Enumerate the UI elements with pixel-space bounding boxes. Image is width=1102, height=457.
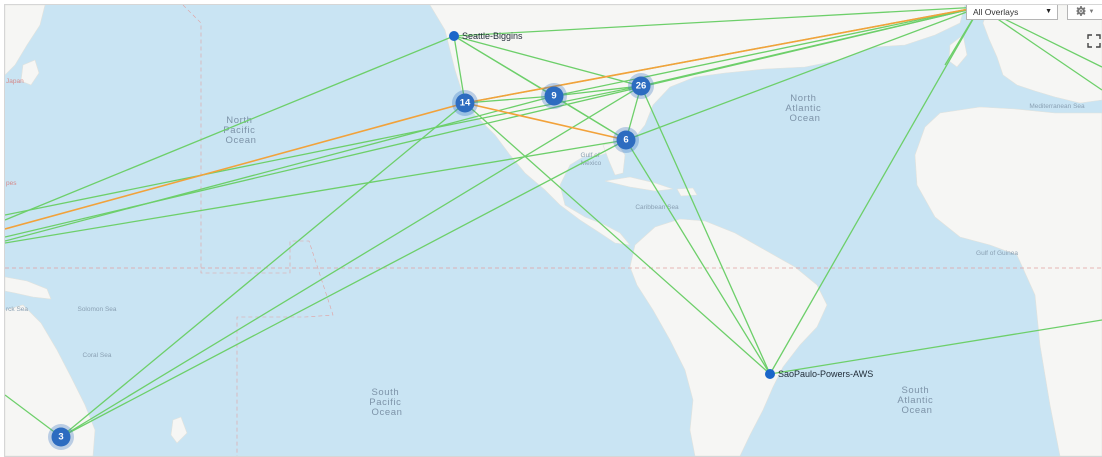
node-marker[interactable]	[765, 369, 775, 379]
overlay-select[interactable]: All Overlays ▼	[966, 5, 1058, 20]
map-canvas[interactable]: North Pacific Ocean South Pacific Ocean …	[5, 5, 1102, 456]
label-caribbean-sea: Caribbean Sea	[635, 204, 679, 211]
label-coral-sea: Coral Sea	[83, 352, 112, 359]
cluster-count: 14	[460, 98, 471, 109]
cluster-count: 6	[623, 135, 628, 146]
node-saopaulo[interactable]: SaoPaulo-Powers-AWS	[765, 369, 873, 379]
label-south-atlantic: South Atlantic Ocean	[897, 385, 936, 416]
node-label-seattle: Seattle-Biggins	[462, 31, 523, 41]
settings-button[interactable]: ▼	[1067, 5, 1102, 20]
chevron-down-icon: ▼	[1045, 8, 1052, 15]
fullscreen-button[interactable]	[1086, 33, 1102, 49]
cluster-14[interactable]: 14	[452, 90, 478, 116]
cluster-3[interactable]: 3	[48, 424, 74, 450]
node-marker[interactable]	[449, 31, 459, 41]
label-japan: Japan	[6, 78, 24, 85]
map-view[interactable]: North Pacific Ocean South Pacific Ocean …	[4, 4, 1102, 457]
gear-icon	[1075, 5, 1086, 19]
label-solomon-sea: Solomon Sea	[77, 306, 116, 313]
label-south-pacific: South Pacific Ocean	[369, 387, 404, 418]
label-gulf-of-guinea: Gulf of Guinea	[976, 250, 1018, 257]
chevron-down-icon: ▼	[1088, 9, 1095, 15]
label-mediterranean-sea: Mediterranean Sea	[1029, 103, 1085, 110]
cluster-6[interactable]: 6	[613, 127, 639, 153]
cluster-9[interactable]: 9	[541, 83, 567, 109]
overlay-select-value: All Overlays	[973, 7, 1019, 17]
label-bismarck-sea: rck Sea	[6, 306, 28, 313]
label-north-atlantic: North Atlantic Ocean	[785, 93, 824, 124]
node-label-saopaulo: SaoPaulo-Powers-AWS	[778, 369, 873, 379]
cluster-count: 3	[58, 432, 63, 443]
fullscreen-icon	[1087, 34, 1101, 48]
cluster-count: 26	[636, 81, 647, 92]
label-north-pacific: North Pacific Ocean	[223, 115, 258, 146]
label-pes: pes	[6, 180, 17, 187]
cluster-count: 9	[551, 91, 556, 102]
cluster-26[interactable]: 26	[628, 73, 654, 99]
